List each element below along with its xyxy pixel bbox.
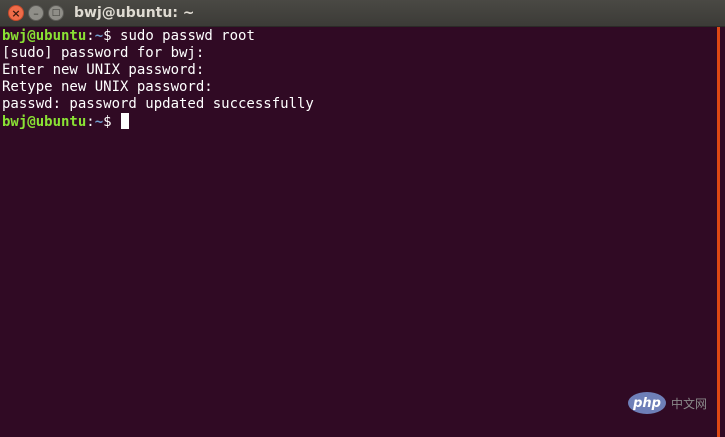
prompt-user: bwj@ubuntu <box>2 114 87 130</box>
prompt-path: ~ <box>94 28 104 44</box>
text-cursor <box>121 113 130 129</box>
terminal-output[interactable]: bwj@ubuntu:~$ sudo passwd root [sudo] pa… <box>0 27 715 437</box>
close-button[interactable]: × <box>8 5 24 21</box>
scrollbar[interactable] <box>715 27 725 437</box>
maximize-button[interactable]: □ <box>48 5 64 21</box>
prompt-user: bwj@ubuntu <box>2 28 87 44</box>
window-title: bwj@ubuntu: ~ <box>74 5 195 21</box>
terminal-line: bwj@ubuntu:~$ sudo passwd root <box>2 28 715 45</box>
prompt-symbol: $ <box>103 28 121 44</box>
command-text: sudo passwd root <box>120 28 255 44</box>
minimize-button[interactable]: – <box>28 5 44 21</box>
close-icon: × <box>11 6 21 20</box>
prompt-symbol: $ <box>103 114 121 130</box>
terminal-window: × – □ bwj@ubuntu: ~ bwj@ubuntu:~$ sudo p… <box>0 0 725 437</box>
prompt-path: ~ <box>94 114 104 130</box>
terminal-line: bwj@ubuntu:~$ <box>2 113 715 130</box>
scrollbar-thumb[interactable] <box>717 27 720 437</box>
php-logo: php <box>628 392 666 414</box>
terminal-line: Enter new UNIX password: <box>2 62 205 78</box>
minimize-icon: – <box>33 6 39 20</box>
watermark-text: 中文网 <box>671 396 708 411</box>
title-bar[interactable]: × – □ bwj@ubuntu: ~ <box>0 0 725 27</box>
watermark: php 中文网 <box>628 392 707 414</box>
terminal-line: Retype new UNIX password: <box>2 79 213 95</box>
prompt-colon: : <box>86 28 95 44</box>
terminal-line: [sudo] password for bwj: <box>2 45 205 61</box>
prompt-colon: : <box>86 114 95 130</box>
maximize-icon: □ <box>51 7 61 18</box>
terminal-line: passwd: password updated successfully <box>2 96 314 112</box>
